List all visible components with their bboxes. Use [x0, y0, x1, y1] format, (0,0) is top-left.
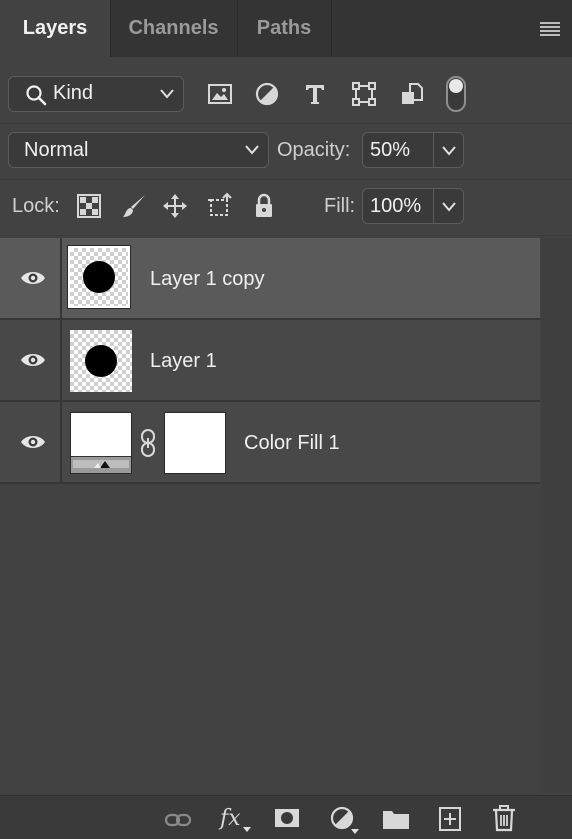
- link-layers-icon[interactable]: [164, 806, 192, 834]
- fill-dropdown-button[interactable]: [434, 188, 464, 224]
- fill-label: Fill:: [324, 195, 356, 217]
- blend-mode-select[interactable]: Normal: [8, 132, 269, 168]
- opacity-value: 50%: [370, 139, 411, 161]
- adjustment-menu-triangle-icon: [351, 829, 359, 834]
- fill-layer-thumbnail[interactable]: [70, 412, 132, 474]
- adjustment-layer-icon[interactable]: [328, 804, 356, 832]
- scrollbar-track[interactable]: [541, 238, 572, 793]
- tab-paths[interactable]: Paths: [237, 0, 332, 57]
- adjustment-filter-icon[interactable]: [253, 80, 281, 108]
- layer-thumbnail[interactable]: [67, 245, 131, 309]
- fill-field[interactable]: 100%: [362, 188, 434, 224]
- lock-label: Lock:: [12, 195, 60, 217]
- fill-indicator-icon: [73, 460, 129, 468]
- filter-kind-select[interactable]: Kind: [8, 76, 184, 112]
- lock-transparent-pixels-icon[interactable]: [75, 192, 103, 220]
- divider: [0, 235, 572, 236]
- type-filter-icon[interactable]: [301, 80, 329, 108]
- chevron-down-icon: [442, 146, 456, 156]
- new-layer-icon[interactable]: [436, 805, 464, 833]
- chevron-down-icon: [245, 145, 259, 155]
- layer-name[interactable]: Layer 1: [150, 350, 217, 373]
- visibility-toggle[interactable]: [0, 320, 62, 400]
- layer-row-layer-1[interactable]: Layer 1: [0, 320, 540, 402]
- layer-thumbnail[interactable]: [70, 330, 132, 392]
- image-filter-icon[interactable]: [206, 80, 234, 108]
- tab-bar: Layers Channels Paths: [0, 0, 572, 57]
- divider: [0, 123, 572, 124]
- link-icon[interactable]: [139, 428, 157, 458]
- layer-name[interactable]: Layer 1 copy: [150, 268, 265, 291]
- search-icon: [26, 85, 47, 106]
- layer-row-color-fill-1[interactable]: Color Fill 1: [0, 402, 540, 484]
- opacity-field[interactable]: 50%: [362, 132, 434, 168]
- lock-artboard-icon[interactable]: [206, 192, 234, 220]
- filter-toggle[interactable]: [446, 76, 466, 112]
- hamburger-icon[interactable]: [540, 22, 560, 36]
- eye-icon: [21, 272, 45, 284]
- delete-icon[interactable]: [490, 804, 518, 832]
- chevron-down-icon: [442, 202, 456, 212]
- opacity-label: Opacity:: [277, 139, 351, 161]
- eye-icon: [21, 436, 45, 448]
- add-mask-icon[interactable]: [273, 804, 301, 832]
- lock-position-icon[interactable]: [161, 192, 189, 220]
- smart-object-filter-icon[interactable]: [398, 80, 426, 108]
- layers-panel: Layers Channels Paths Kind Normal Opacit…: [0, 0, 572, 839]
- visibility-toggle[interactable]: [0, 238, 62, 318]
- tab-channels[interactable]: Channels: [110, 0, 238, 57]
- layer-row-layer-1-copy[interactable]: Layer 1 copy: [0, 238, 540, 320]
- new-group-icon[interactable]: [382, 805, 410, 833]
- visibility-toggle[interactable]: [0, 402, 62, 482]
- layer-mask-thumbnail[interactable]: [164, 412, 226, 474]
- toggle-knob: [449, 79, 463, 93]
- eye-icon: [21, 354, 45, 366]
- fill-value: 100%: [370, 195, 422, 217]
- filter-kind-label: Kind: [53, 82, 94, 104]
- opacity-dropdown-button[interactable]: [434, 132, 464, 168]
- layer-list: Layer 1 copy Layer 1 Color Fill 1: [0, 238, 541, 793]
- lock-image-pixels-icon[interactable]: [120, 192, 148, 220]
- tab-layers[interactable]: Layers: [0, 0, 111, 57]
- divider: [0, 179, 572, 180]
- blend-mode-label: Normal: [24, 139, 89, 161]
- fill-layer-indicator: [71, 456, 131, 473]
- lock-all-icon[interactable]: [250, 192, 278, 220]
- layer-name[interactable]: Color Fill 1: [244, 432, 340, 455]
- chevron-down-icon: [160, 89, 174, 99]
- fx-icon[interactable]: fx: [220, 806, 241, 831]
- shape-filter-icon[interactable]: [350, 80, 378, 108]
- fx-menu-triangle-icon: [243, 827, 251, 832]
